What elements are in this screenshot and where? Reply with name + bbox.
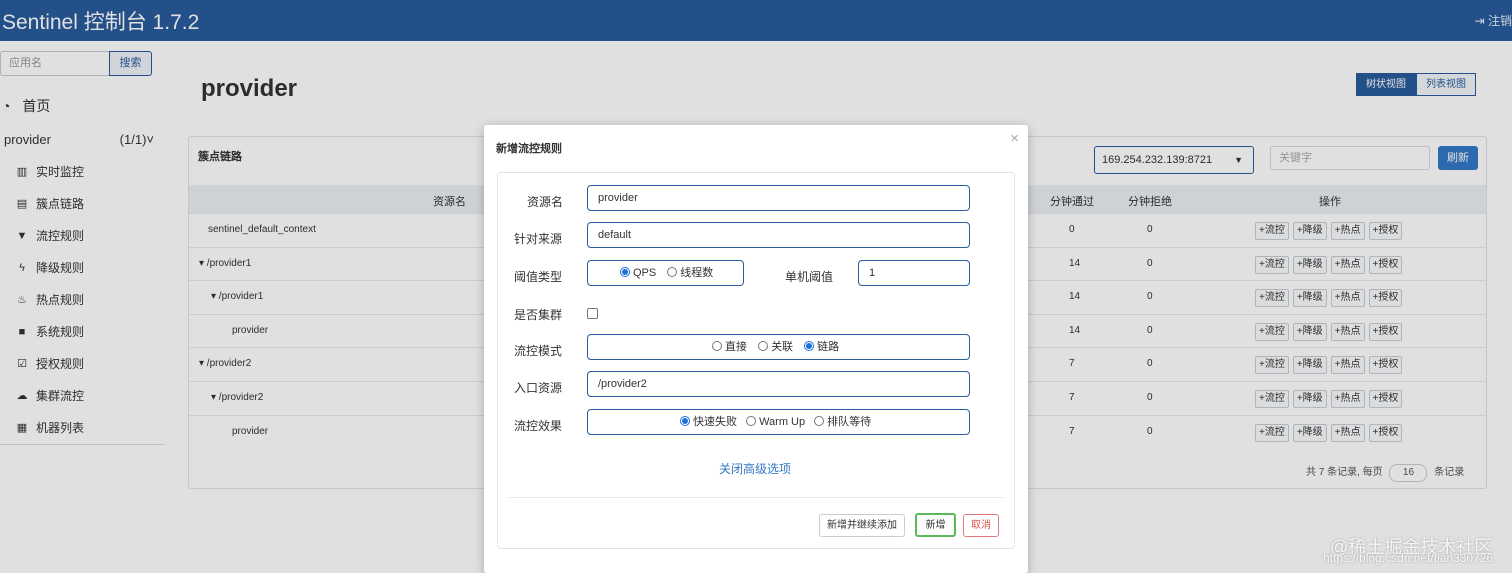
effect-fast-fail-label: 快速失败 — [693, 416, 737, 428]
rule-form: 资源名 provider 针对来源 default 阈值类型 QPS 线程数 单… — [497, 172, 1015, 549]
origin-label: 针对来源 — [514, 232, 563, 246]
mode-label: 流控模式 — [514, 344, 563, 358]
source-url: https://blog.csdn.net/tian330726 — [1323, 551, 1494, 565]
threshold-type-qps-label: QPS — [633, 267, 657, 279]
single-threshold-field[interactable]: 1 — [858, 260, 970, 286]
threshold-type-threads-label: 线程数 — [680, 267, 714, 279]
radio-unchecked-icon — [758, 341, 769, 351]
close-icon[interactable]: × — [1010, 130, 1019, 147]
radio-checked-icon — [804, 341, 815, 351]
cluster-checkbox[interactable] — [587, 308, 598, 319]
cluster-label: 是否集群 — [514, 308, 563, 322]
radio-checked-icon — [620, 267, 630, 277]
radio-unchecked-icon — [712, 341, 722, 351]
effect-queue[interactable]: 排队等待 — [814, 416, 871, 428]
mode-chain-label: 链路 — [817, 341, 840, 353]
entry-resource-label: 入口资源 — [514, 381, 563, 395]
threshold-type-group: QPS 线程数 — [587, 260, 744, 286]
add-flow-rule-dialog: 新增流控规则 × 资源名 provider 针对来源 default 阈值类型 … — [484, 125, 1028, 573]
resource-field[interactable]: provider — [587, 185, 970, 211]
origin-field[interactable]: default — [587, 222, 970, 248]
radio-unchecked-icon — [667, 267, 678, 277]
single-threshold-label: 单机阈值 — [785, 270, 834, 284]
mode-relate[interactable]: 关联 — [758, 341, 793, 353]
dialog-title: 新增流控规则 — [496, 143, 562, 155]
add-and-continue-button[interactable]: 新增并继续添加 — [819, 514, 905, 537]
threshold-type-threads[interactable]: 线程数 — [667, 267, 713, 279]
effect-warm-up[interactable]: Warm Up — [746, 416, 805, 428]
effect-label: 流控效果 — [514, 419, 563, 433]
effect-queue-label: 排队等待 — [827, 416, 872, 428]
mode-direct[interactable]: 直接 — [712, 341, 747, 353]
resource-label: 资源名 — [527, 195, 564, 209]
radio-unchecked-icon — [814, 416, 825, 426]
form-divider — [509, 497, 1003, 498]
mode-chain[interactable]: 链路 — [804, 341, 839, 353]
threshold-type-label: 阈值类型 — [514, 270, 563, 284]
cancel-button[interactable]: 取消 — [963, 514, 999, 537]
close-advanced-link[interactable]: 关闭高级选项 — [719, 460, 791, 477]
radio-unchecked-icon — [746, 416, 757, 426]
mode-direct-label: 直接 — [725, 341, 747, 353]
effect-group: 快速失败 Warm Up 排队等待 — [587, 409, 970, 435]
add-button[interactable]: 新增 — [915, 513, 956, 537]
mode-group: 直接 关联 链路 — [587, 334, 970, 360]
effect-warm-up-label: Warm Up — [759, 416, 806, 428]
entry-resource-field[interactable]: /provider2 — [587, 371, 970, 397]
radio-checked-icon — [680, 416, 690, 426]
threshold-type-qps[interactable]: QPS — [620, 267, 656, 279]
effect-fast-fail[interactable]: 快速失败 — [680, 416, 737, 428]
mode-relate-label: 关联 — [771, 341, 794, 353]
